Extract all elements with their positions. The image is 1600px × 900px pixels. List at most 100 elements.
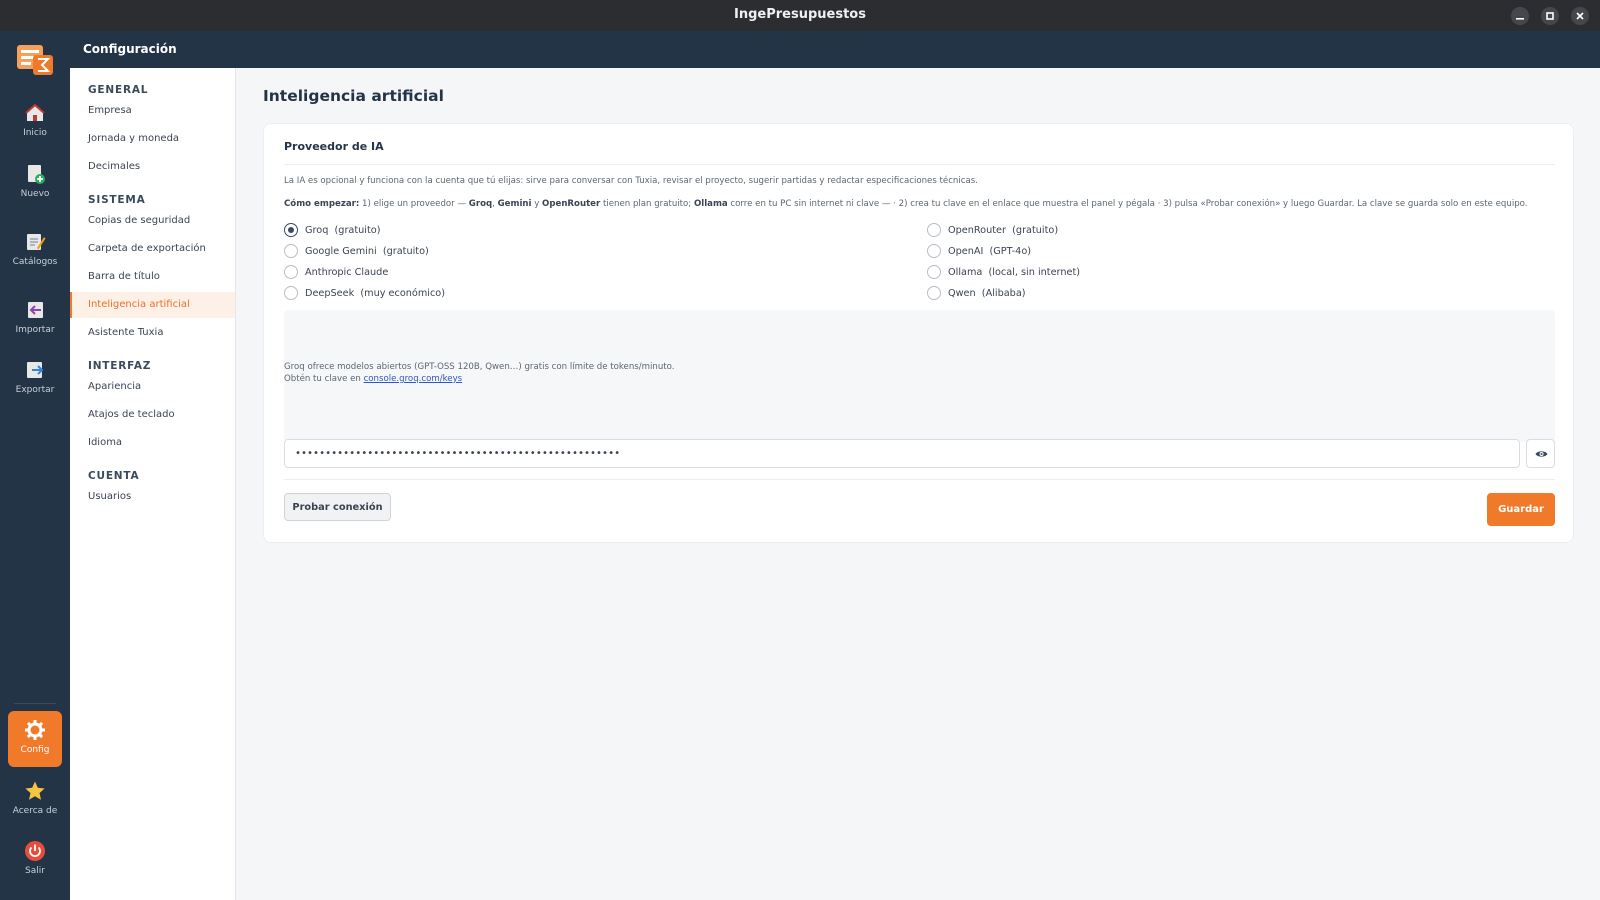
rail-item-catalogos[interactable]: Catálogos [8,223,62,279]
window-titlebar: IngePresupuestos [0,0,1600,31]
provider-label: OpenAI (GPT-4o) [948,245,1032,257]
save-button[interactable]: Guardar [1487,493,1555,526]
rail-item-inicio[interactable]: Inicio [8,94,62,150]
section-title-cuenta: CUENTA [88,470,140,482]
provider-option-gemini[interactable]: Google Gemini (gratuito) [284,242,429,260]
radio-button[interactable] [927,265,941,279]
radio-button[interactable] [284,244,298,258]
provider-option-groq[interactable]: Groq (gratuito) [284,221,381,239]
close-button[interactable] [1571,7,1589,25]
provider-key-hint: Obtén tu clave en console.groq.com/keys [284,374,462,384]
app-header: Configuración [70,31,1600,68]
provider-info-panel: Groq ofrece modelos abiertos (GPT-OSS 12… [284,310,1555,442]
radio-button[interactable] [927,223,941,237]
eye-icon [1535,451,1548,457]
hint-prefix: Obtén tu clave en [284,374,364,384]
rail-item-nuevo[interactable]: Nuevo [8,155,62,211]
provider-option-openai[interactable]: OpenAI (GPT-4o) [927,242,1031,260]
header-title: Configuración [83,42,177,56]
home-icon [25,103,45,121]
provider-label: Google Gemini (gratuito) [305,245,429,257]
section-title-general: GENERAL [88,84,149,96]
rail-label: Inicio [23,128,47,138]
sidebar-item-empresa[interactable]: Empresa [70,98,235,124]
howto-text: Cómo empezar: 1) elige un proveedor — Gr… [284,199,1528,209]
sidebar-item-idioma[interactable]: Idioma [70,430,235,456]
rail-label: Importar [15,325,55,335]
rail-item-config[interactable]: Config [8,711,62,767]
ai-provider-card: Proveedor de IA La IA es opcional y func… [263,123,1574,543]
provider-label: Anthropic Claude [305,266,389,278]
rail-label: Config [20,745,50,755]
divider [284,164,1555,165]
toggle-key-visibility-button[interactable] [1526,439,1555,468]
settings-sidebar: GENERAL Empresa Jornada y moneda Decimal… [70,68,236,900]
export-icon [27,362,44,378]
icon-rail: Inicio Nuevo Catálogos Importar Exportar… [0,31,70,900]
sidebar-item-asistente-tuxia[interactable]: Asistente Tuxia [70,320,235,346]
rail-label: Catálogos [12,257,58,267]
gear-icon [25,720,45,740]
import-icon [28,302,43,318]
api-key-link[interactable]: console.groq.com/keys [364,374,463,384]
rail-label: Salir [25,866,45,876]
app-logo [17,45,53,75]
card-title: Proveedor de IA [284,140,384,153]
howto-bold: OpenRouter [542,199,601,209]
rail-item-acerca-de[interactable]: Acerca de [8,772,62,828]
provider-option-claude[interactable]: Anthropic Claude [284,263,388,281]
new-document-icon [28,165,45,184]
maximize-button[interactable] [1541,7,1559,25]
rail-label: Exportar [15,385,55,395]
close-icon [1576,12,1584,20]
radio-button[interactable] [284,286,298,300]
sidebar-item-apariencia[interactable]: Apariencia [70,374,235,400]
sidebar-item-barra-titulo[interactable]: Barra de título [70,264,235,290]
rail-item-salir[interactable]: Salir [8,832,62,888]
rail-label: Nuevo [20,189,50,199]
radio-button[interactable] [284,265,298,279]
star-icon [25,781,45,800]
section-title-sistema: SISTEMA [88,194,146,206]
sidebar-item-jornada[interactable]: Jornada y moneda [70,126,235,152]
rail-divider [14,703,56,704]
provider-label: Ollama (local, sin internet) [948,266,1081,278]
catalog-icon [27,234,46,250]
power-icon [25,841,45,861]
provider-info-line: Groq ofrece modelos abiertos (GPT-OSS 12… [284,362,675,372]
howto-bold: Groq [468,199,493,209]
radio-button[interactable] [927,244,941,258]
radio-button[interactable] [284,223,298,237]
sidebar-item-decimales[interactable]: Decimales [70,154,235,180]
sidebar-item-inteligencia-artificial[interactable]: Inteligencia artificial [70,292,235,318]
howto-bold: Gemini [497,199,532,209]
sidebar-item-copias[interactable]: Copias de seguridad [70,208,235,234]
minimize-icon [1516,18,1524,20]
provider-label: OpenRouter (gratuito) [948,224,1059,236]
section-title-interfaz: INTERFAZ [88,360,152,372]
provider-option-qwen[interactable]: Qwen (Alibaba) [927,284,1026,302]
sidebar-item-usuarios[interactable]: Usuarios [70,484,235,510]
provider-option-openrouter[interactable]: OpenRouter (gratuito) [927,221,1058,239]
howto-label: Cómo empezar: [284,199,360,209]
rail-label: Acerca de [12,806,58,816]
howto-part: corre en tu PC sin internet ni clave — ·… [727,199,1528,209]
api-key-input[interactable] [284,439,1520,468]
radio-button[interactable] [927,286,941,300]
rail-item-importar[interactable]: Importar [8,291,62,347]
maximize-icon [1546,12,1554,20]
howto-part: tienen plan gratuito; [600,199,694,209]
sidebar-item-atajos[interactable]: Atajos de teclado [70,402,235,428]
test-connection-button[interactable]: Probar conexión [284,493,391,521]
provider-option-ollama[interactable]: Ollama (local, sin internet) [927,263,1080,281]
divider [284,479,1555,480]
minimize-button[interactable] [1511,7,1529,25]
ai-description: La IA es opcional y funciona con la cuen… [284,176,978,186]
rail-item-exportar[interactable]: Exportar [8,351,62,407]
provider-label: DeepSeek (muy económico) [305,287,445,299]
window-title: IngePresupuestos [734,7,866,22]
page-title: Inteligencia artificial [263,87,444,105]
provider-option-deepseek[interactable]: DeepSeek (muy económico) [284,284,445,302]
sidebar-item-carpeta-exportacion[interactable]: Carpeta de exportación [70,236,235,262]
howto-part: y [531,199,543,209]
